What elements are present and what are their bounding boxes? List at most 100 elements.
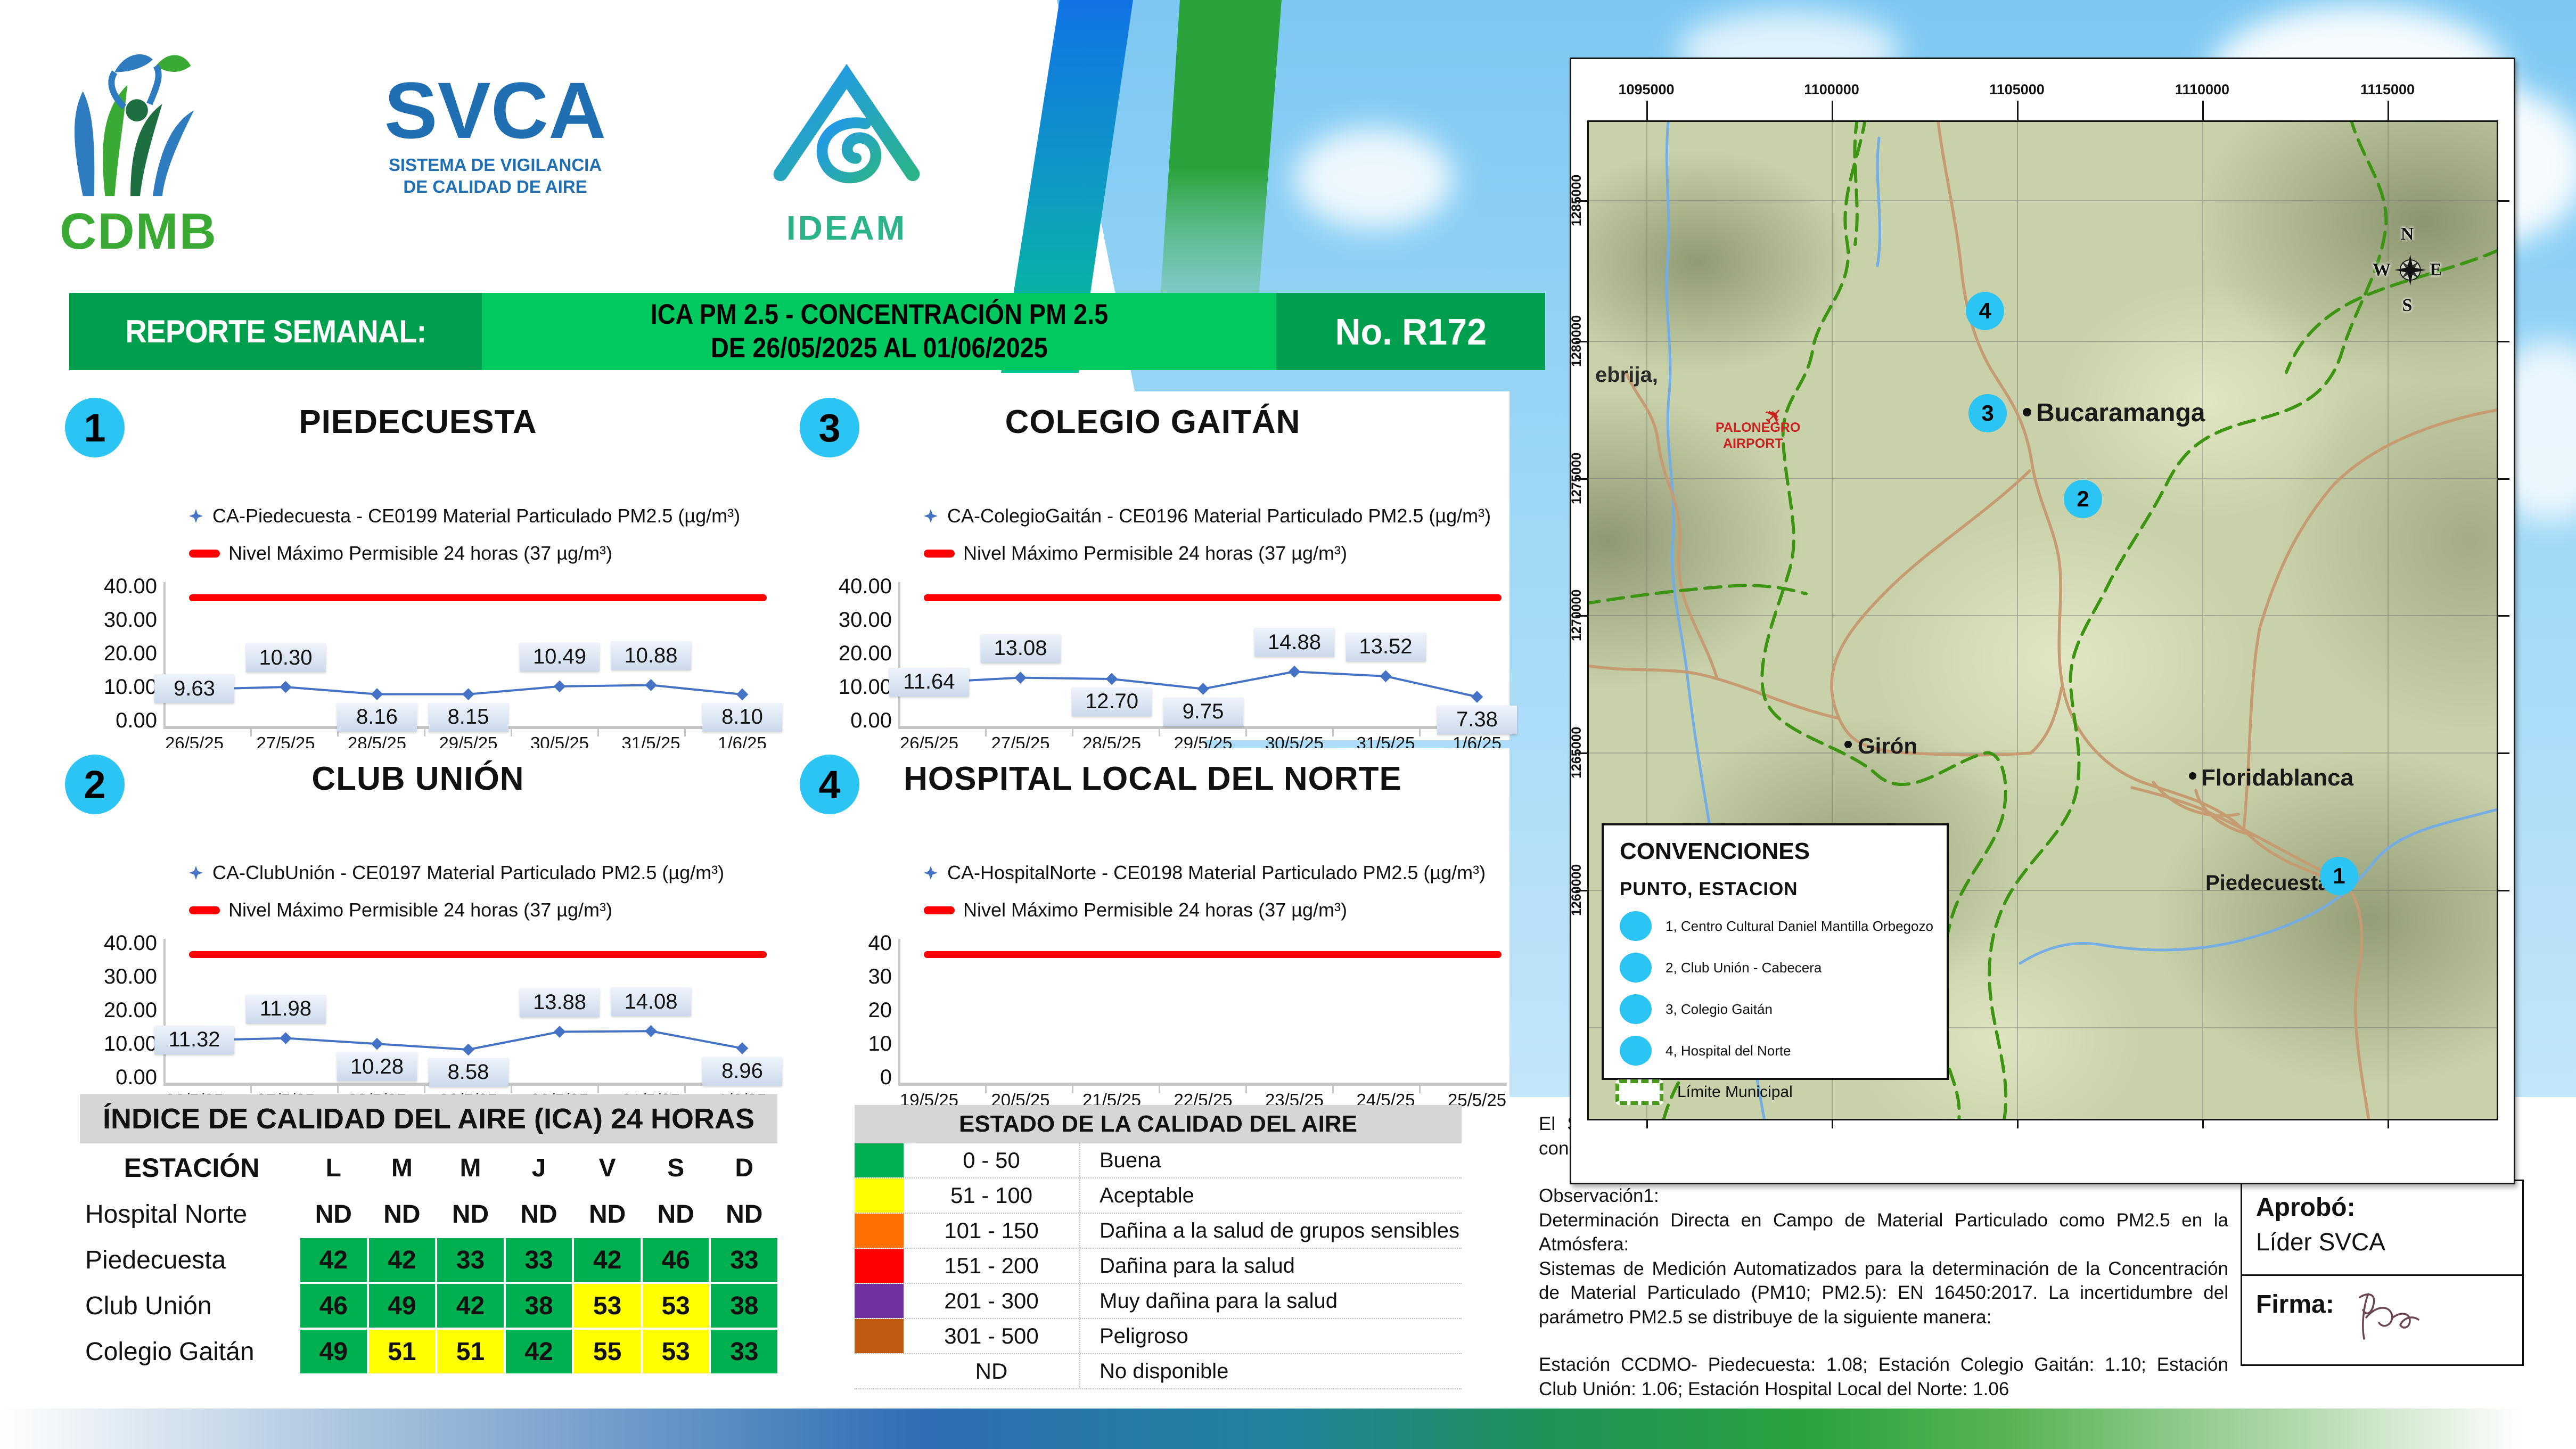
y-axis-tick-label: 10.00 [103,675,157,699]
ica-value-cell: 42 [437,1284,504,1328]
ica-value-cell: 46 [300,1284,367,1328]
data-point-marker [1014,672,1027,684]
data-point-value-label: 13.08 [980,634,1061,663]
y-axis-tick-label: 30.00 [838,608,892,632]
report-page: CDMB SVCA SISTEMA DE VIGILANCIA DE CALID… [0,0,2576,1449]
map-marker-3: 3 [1968,394,2007,432]
estado-label: Muy dañina para la salud [1079,1284,1462,1318]
map-left-tick [1576,890,1587,891]
y-axis-tick-label: 0 [880,1066,892,1089]
convenciones-item-label: 2, Club Unión - Cabecera [1666,959,1822,976]
data-point-value-label: 12.70 [1072,687,1152,716]
limit-line [924,594,1502,601]
estado-range: 51 - 100 [950,1183,1033,1208]
convenciones-item-label: 3, Colegio Gaitán [1666,1001,1773,1017]
report-number-bar: No. R172 [1276,293,1545,370]
ica-value-cell: 55 [574,1330,641,1373]
station-point-icon [1620,994,1652,1024]
data-point-value-label: 10.88 [611,641,691,670]
ica-station-name: Colegio Gaitán [85,1337,255,1366]
data-point-value-label: 11.98 [245,994,326,1024]
estado-label: Buena [1079,1143,1462,1177]
ica-header-day: M [368,1145,436,1190]
compass-s: S [2402,296,2413,315]
svca-subtitle-line2: DE CALIDAD DE AIRE [403,177,587,197]
limit-marker-icon [189,906,220,914]
data-point-marker [371,688,383,700]
label-giron: Girón [1858,733,1917,758]
compass-e: E [2430,260,2442,280]
y-axis-tick-label: 40 [868,931,892,955]
report-label-bar: REPORTE SEMANAL: [69,293,482,370]
map-left-tick [1576,478,1587,480]
map-top-coordinate: 1095000 [1618,81,1675,97]
y-axis-tick-label: 20.00 [103,998,157,1022]
legend-limit: Nivel Máximo Permisible 24 horas (37 µg/… [924,896,1347,924]
estado-color-swatch [855,1249,904,1283]
chart-colegio-gaitan: 3 COLEGIO GAITÁN CA-ColegioGaitán - CE0196… [793,391,1517,753]
ica-table-row: Piedecuesta 42 42 33 33 42 46 33 [80,1238,778,1282]
aprobo-label: Aprobó: [2256,1193,2356,1222]
note-observacion-title: Observación1: [1539,1185,1659,1206]
y-axis-tick-label: 30.00 [103,608,157,632]
ica-value-cell: 33 [437,1238,504,1282]
convenciones-limite-row: Límite Municipal [1615,1077,1947,1108]
ica-table-row: Colegio Gaitán 49 51 51 42 55 53 33 [80,1330,778,1373]
estado-label: No disponible [1079,1354,1462,1388]
y-axis-tick-label: 40.00 [103,931,157,955]
map-left-tick [1576,752,1587,754]
station-point-icon [1620,1036,1652,1066]
data-point-value-label: 9.75 [1163,697,1243,726]
estado-row: 101 - 150 Dañina a la salud de grupos sen… [855,1214,1462,1249]
ica-value-cell: ND [574,1192,641,1236]
ica-station-name: Piedecuesta [85,1246,226,1274]
legend-series-label: CA-ClubUnión - CE0197 Material Particula… [212,862,725,883]
limit-marker-icon [924,906,955,914]
legend-limit-label: Nivel Máximo Permisible 24 horas (37 µg/… [228,542,612,564]
chart-title: PIEDECUESTA [299,404,537,440]
estado-label: Peligroso [1079,1319,1462,1353]
legend-limit: Nivel Máximo Permisible 24 horas (37 µg/… [189,896,612,924]
ica-table: ÍNDICE DE CALIDAD DEL AIRE (ICA) 24 HORA… [80,1094,778,1373]
y-axis-tick-label: 0.00 [850,709,892,732]
estado-row: 151 - 200 Dañina para la salud [855,1249,1462,1284]
ica-value-cell: 33 [711,1330,778,1373]
ica-table-header-row: ESTACIÓN L M M J V S D [80,1145,778,1190]
legend-series: CA-HospitalNorte - CE0198 Material Parti… [924,859,1486,887]
map-marker-4-label: 4 [1979,298,1991,323]
y-axis-tick-label: 20 [868,998,892,1022]
legend-series-label: CA-HospitalNorte - CE0198 Material Parti… [947,862,1486,883]
data-point-marker [553,680,566,693]
report-title-line1: ICA PM 2.5 - CONCENTRACIÓN PM 2.5 [650,298,1108,330]
convenciones-legend: CONVENCIONES PUNTO, ESTACION 1, Centro C… [1602,823,1949,1105]
compass-w: W [2373,260,2391,280]
svca-subtitle-line1: SISTEMA DE VIGILANCIA [388,155,602,175]
data-point-marker [462,1043,474,1056]
map-marker-2-label: 2 [2077,486,2089,511]
map-left-tick [1576,615,1587,617]
map-top-coordinate: 1105000 [1989,81,2045,97]
ica-value-cell: 53 [642,1284,709,1328]
svca-title: SVCA [384,66,606,155]
convenciones-item-label: 4, Hospital del Norte [1666,1042,1791,1059]
y-axis-tick-label: 20.00 [838,642,892,665]
data-point-value-label: 10.49 [520,642,600,672]
convenciones-items: 1, Centro Cultural Daniel Mantilla Orbeg… [1620,911,1947,1066]
chart-title: HOSPITAL LOCAL DEL NORTE [904,760,1402,797]
map-left-tick [1576,341,1587,342]
limit-marker-icon [189,549,220,558]
data-point-marker [280,1032,292,1044]
ica-value-cell: 42 [505,1330,572,1373]
report-title: ICA PM 2.5 - CONCENTRACIÓN PM 2.5 DE 26/… [636,298,1122,365]
map-top-coordinate: 1110000 [2175,81,2230,97]
data-point-value-label: 8.96 [702,1057,782,1086]
data-point-value-label: 8.16 [337,702,417,732]
estado-row: 301 - 500 Peligroso [855,1319,1462,1354]
data-point-value-label: 7.38 [1437,705,1517,734]
ica-header-day: S [642,1145,709,1190]
map-left-tick [1576,200,1587,202]
y-axis-tick-label: 0.00 [116,709,157,732]
data-point-marker [645,679,657,691]
estado-color-swatch [855,1178,904,1213]
chart-title: COLEGIO GAITÁN [1005,404,1301,440]
